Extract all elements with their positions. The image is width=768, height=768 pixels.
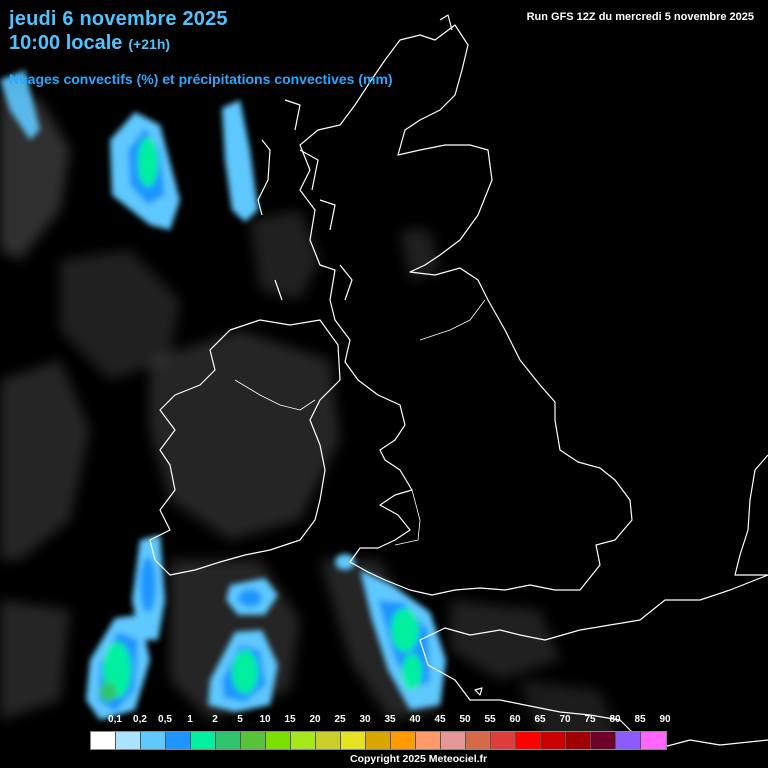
legend-label: 0,2 <box>133 714 147 725</box>
weather-map <box>0 0 768 768</box>
legend-colorbar <box>90 731 667 750</box>
legend-labels: 0,1 0,2 0,5 1 2 5 10 15 20 25 30 35 40 45 50 55 60 65 70 75… <box>90 714 671 728</box>
legend-label: 0,1 <box>108 714 122 725</box>
legend-swatch <box>416 732 441 749</box>
legend-label: 5 <box>237 714 243 725</box>
legend-label: 20 <box>309 714 321 725</box>
legend-label: 75 <box>584 714 596 725</box>
legend-swatch <box>291 732 316 749</box>
legend-label: 0,5 <box>158 714 172 725</box>
forecast-offset: (+21h) <box>128 36 171 52</box>
legend-label: 80 <box>609 714 621 725</box>
forecast-time: 10:00 locale (+21h) <box>9 32 170 55</box>
legend-swatch <box>366 732 391 749</box>
legend-label: 45 <box>434 714 446 725</box>
legend-label: 10 <box>259 714 271 725</box>
legend-swatch <box>391 732 416 749</box>
legend-label: 1 <box>187 714 193 725</box>
legend-label: 60 <box>509 714 521 725</box>
legend-swatch <box>466 732 491 749</box>
legend-swatch <box>441 732 466 749</box>
copyright: Copyright 2025 Meteociel.fr <box>350 753 488 765</box>
legend-swatch <box>566 732 591 749</box>
legend-label: 55 <box>484 714 496 725</box>
forecast-date: jeudi 6 novembre 2025 <box>9 8 228 30</box>
legend-swatch <box>341 732 366 749</box>
legend-label: 85 <box>634 714 646 725</box>
legend-label: 50 <box>459 714 471 725</box>
legend-label: 2 <box>212 714 218 725</box>
legend-swatch <box>91 732 116 749</box>
legend-label: 25 <box>334 714 346 725</box>
legend-swatch <box>641 732 666 749</box>
legend-swatch <box>266 732 291 749</box>
legend-swatch <box>616 732 641 749</box>
legend-swatch <box>491 732 516 749</box>
legend-label: 90 <box>659 714 671 725</box>
legend-swatch <box>591 732 616 749</box>
legend-swatch <box>141 732 166 749</box>
legend-swatch <box>516 732 541 749</box>
legend-swatch <box>316 732 341 749</box>
legend-swatch <box>241 732 266 749</box>
map-subtitle: Nuages convectifs (%) et précipitations … <box>9 71 393 87</box>
model-run-info: Run GFS 12Z du mercredi 5 novembre 2025 <box>526 11 754 23</box>
legend-label: 70 <box>559 714 571 725</box>
legend-label: 15 <box>284 714 296 725</box>
precipitation-legend: 0,1 0,2 0,5 1 2 5 10 15 20 25 30 35 40 45 50 55 60 65 70 75… <box>90 714 671 750</box>
legend-label: 30 <box>359 714 371 725</box>
legend-swatch <box>541 732 566 749</box>
legend-label: 40 <box>409 714 421 725</box>
legend-swatch <box>191 732 216 749</box>
legend-swatch <box>216 732 241 749</box>
legend-label: 35 <box>384 714 396 725</box>
legend-label: 65 <box>534 714 546 725</box>
legend-swatch <box>116 732 141 749</box>
legend-swatch <box>166 732 191 749</box>
forecast-time-value: 10:00 locale <box>9 32 123 54</box>
